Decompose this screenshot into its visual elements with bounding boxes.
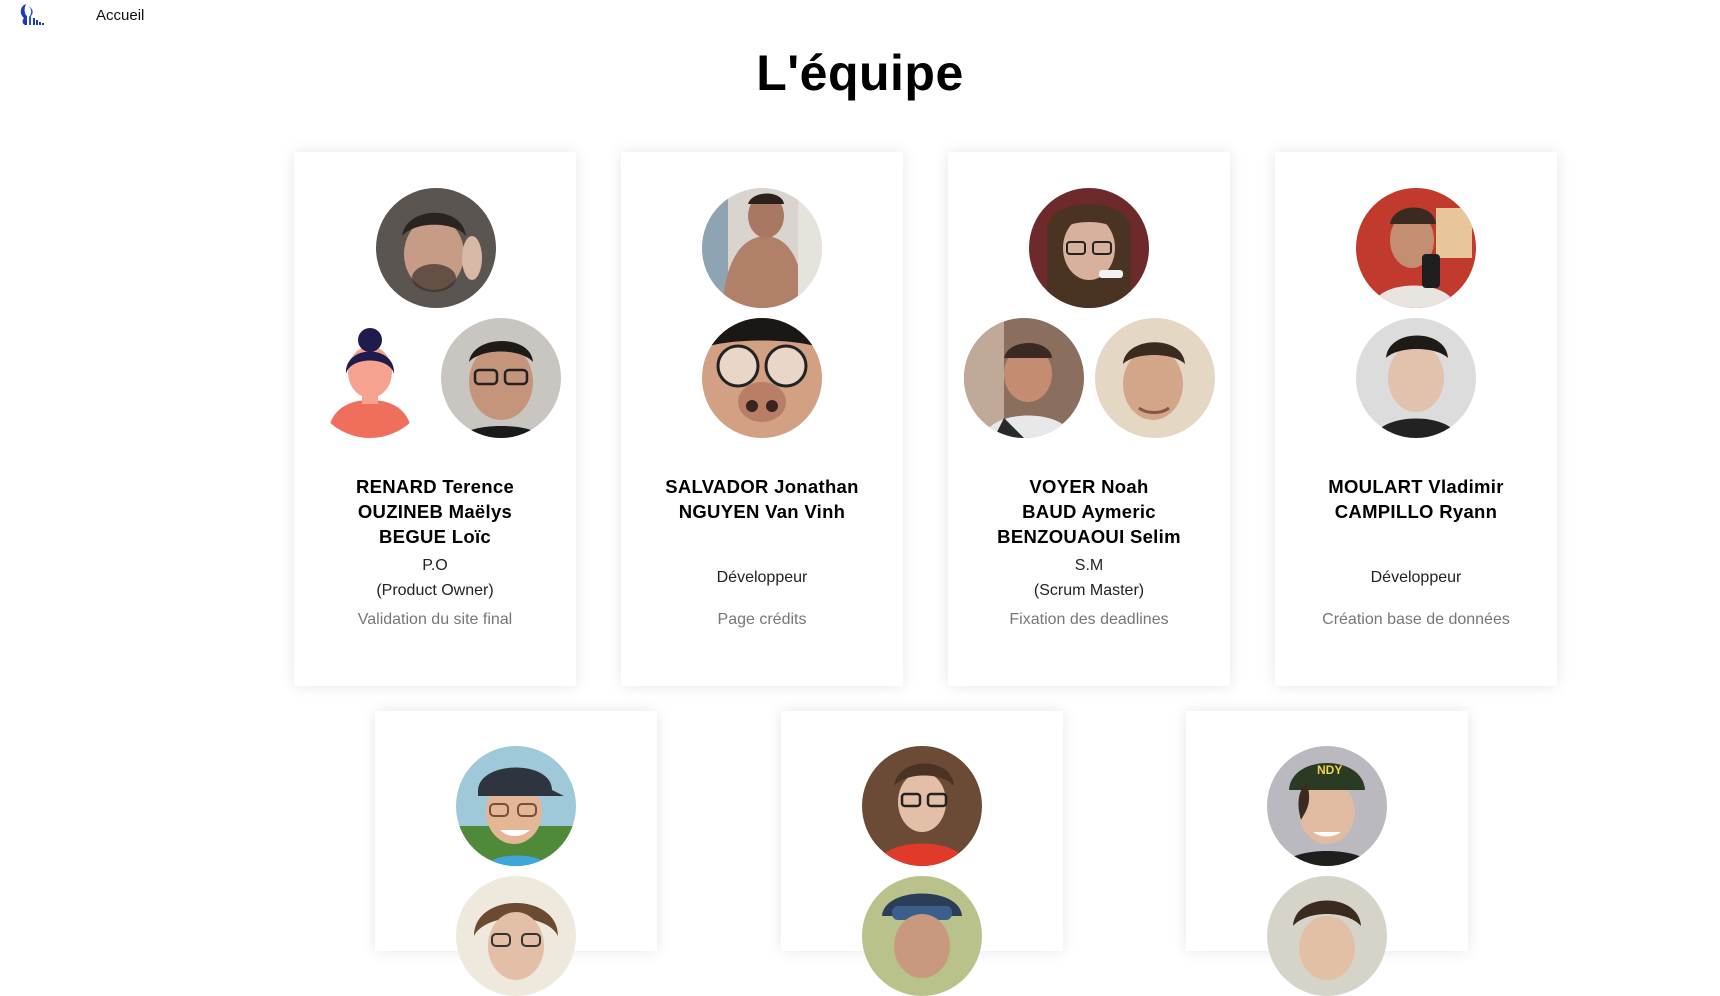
member-name: NGUYEN Van Vinh xyxy=(678,501,846,522)
member-photo xyxy=(441,318,561,438)
member-avatar-placeholder xyxy=(310,318,430,438)
member-photo xyxy=(1095,318,1215,438)
member-names: VOYER Noah BAUD Aymeric BENZOUAOUI Selim xyxy=(948,474,1230,549)
member-photo xyxy=(456,746,576,866)
fleur-de-lis-logo-icon xyxy=(20,4,44,25)
member-role: S.M (Scrum Master) xyxy=(948,553,1230,603)
member-name: CAMPILLO Ryann xyxy=(1334,501,1498,522)
member-photo xyxy=(702,318,822,438)
role-line: S.M xyxy=(1074,557,1104,574)
member-task: Page crédits xyxy=(717,611,807,628)
team-card: NDY xyxy=(1186,711,1468,996)
team-card: SALVADOR Jonathan NGUYEN Van Vinh Dévelo… xyxy=(621,152,903,686)
member-photo xyxy=(1267,876,1387,996)
site-logo[interactable] xyxy=(16,2,44,28)
member-name: RENARD Terence xyxy=(355,476,515,497)
role-line: (Product Owner) xyxy=(376,582,494,599)
member-photo xyxy=(1029,188,1149,308)
role-line: Développeur xyxy=(1370,569,1462,586)
member-name: MOULART Vladimir xyxy=(1328,476,1504,497)
member-photo xyxy=(376,188,496,308)
top-navigation: Accueil xyxy=(0,0,1720,32)
team-card: VOYER Noah BAUD Aymeric BENZOUAOUI Selim… xyxy=(948,152,1230,686)
member-photo xyxy=(862,746,982,866)
member-task: Fixation des deadlines xyxy=(1009,611,1169,628)
member-name: SALVADOR Jonathan xyxy=(665,476,859,497)
team-card xyxy=(781,711,1063,996)
member-photo xyxy=(702,188,822,308)
member-name: BENZOUAOUI Selim xyxy=(997,526,1181,547)
member-name: BEGUE Loïc xyxy=(379,526,491,547)
member-role: P.O (Product Owner) xyxy=(294,553,576,603)
member-name: VOYER Noah xyxy=(1029,476,1149,497)
member-photo xyxy=(1356,188,1476,308)
team-card: RENARD Terence OUZINEB Maëlys BEGUE Loïc… xyxy=(294,152,576,686)
member-photo: NDY xyxy=(1267,746,1387,866)
role-line: P.O xyxy=(422,557,448,574)
member-photo xyxy=(456,876,576,996)
svg-text:NDY: NDY xyxy=(1317,763,1342,777)
member-photo xyxy=(862,876,982,996)
role-line: (Scrum Master) xyxy=(1033,582,1145,599)
page-title: L'équipe xyxy=(756,45,964,101)
member-names: SALVADOR Jonathan NGUYEN Van Vinh xyxy=(621,474,903,524)
member-name: BAUD Aymeric xyxy=(1022,501,1156,522)
role-line: Développeur xyxy=(716,569,808,586)
member-names: RENARD Terence OUZINEB Maëlys BEGUE Loïc xyxy=(294,474,576,549)
member-role: Développeur xyxy=(621,565,903,590)
member-photo xyxy=(964,318,1084,438)
team-card xyxy=(375,711,657,996)
member-name: OUZINEB Maëlys xyxy=(357,501,513,522)
member-task: Création base de données xyxy=(1322,611,1510,628)
member-task: Validation du site final xyxy=(357,611,513,628)
member-role: Développeur xyxy=(1275,565,1557,590)
nav-link-home[interactable]: Accueil xyxy=(96,7,144,24)
team-card: MOULART Vladimir CAMPILLO Ryann Développ… xyxy=(1275,152,1557,686)
member-photo xyxy=(1356,318,1476,438)
member-names: MOULART Vladimir CAMPILLO Ryann xyxy=(1275,474,1557,524)
